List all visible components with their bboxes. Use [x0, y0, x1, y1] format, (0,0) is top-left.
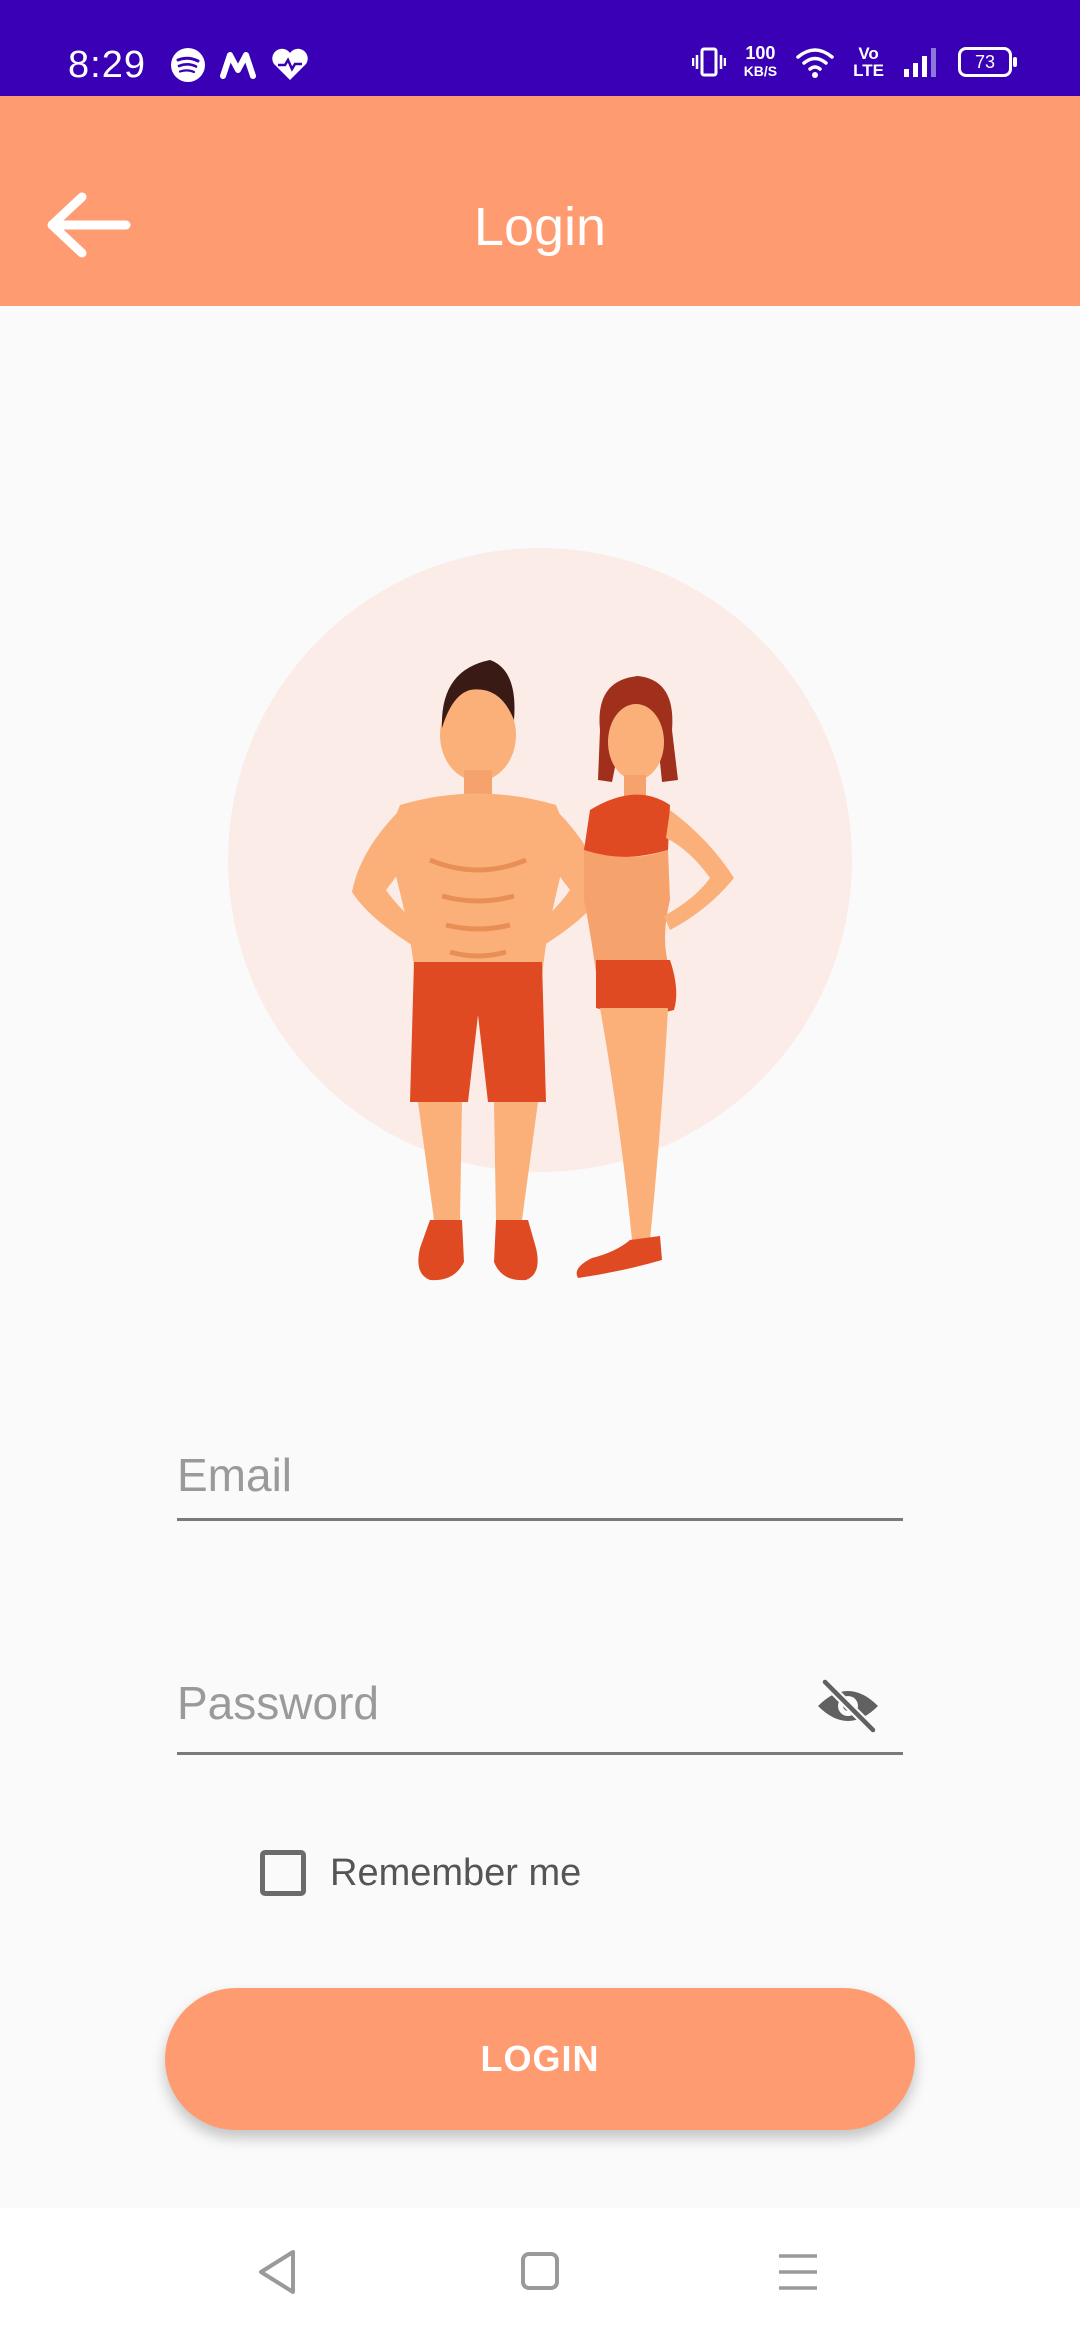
password-input[interactable]	[177, 1668, 797, 1738]
email-field-container	[177, 1440, 903, 1521]
net-speed-value: 100	[745, 43, 776, 63]
status-bar: 8:29 100 KB/S Vo LTE 73	[0, 0, 1080, 96]
remember-me-label: Remember me	[330, 1851, 582, 1894]
signal-icon	[904, 48, 936, 77]
system-status-icons: 100 KB/S Vo LTE 73	[691, 44, 1017, 80]
volte-indicator: Vo LTE	[853, 45, 884, 79]
net-speed-unit: KB/S	[743, 63, 778, 79]
volte-top: Vo	[858, 44, 879, 63]
status-time: 8:29	[68, 44, 146, 86]
nav-recents-button[interactable]	[763, 2242, 833, 2302]
nav-back-button[interactable]	[245, 2242, 315, 2302]
remember-me-checkbox[interactable]	[260, 1850, 306, 1896]
password-field-container	[177, 1668, 903, 1755]
wifi-icon	[796, 48, 834, 78]
menu-lines-icon	[779, 2254, 817, 2290]
fitness-couple-illustration	[200, 520, 880, 1300]
vibrate-icon	[691, 47, 726, 77]
notification-icons	[170, 47, 310, 83]
page-title: Login	[473, 197, 607, 257]
email-input[interactable]	[177, 1440, 797, 1510]
eye-off-icon	[818, 1678, 878, 1734]
net-speed: 100 KB/S	[744, 44, 777, 80]
remember-me-row: Remember me	[260, 1850, 581, 1896]
nav-home-button[interactable]	[505, 2242, 575, 2302]
back-triangle-icon	[259, 2250, 295, 2294]
volte-bottom: LTE	[853, 61, 884, 80]
password-visibility-toggle[interactable]	[815, 1678, 881, 1734]
m-app-icon	[220, 52, 256, 79]
spotify-icon	[171, 48, 205, 82]
heart-icon	[272, 48, 308, 80]
system-nav-bar	[0, 2208, 1080, 2340]
battery-icon: 73	[958, 47, 1017, 77]
login-button[interactable]: LOGIN	[165, 1988, 915, 2130]
home-square-icon	[521, 2252, 559, 2290]
